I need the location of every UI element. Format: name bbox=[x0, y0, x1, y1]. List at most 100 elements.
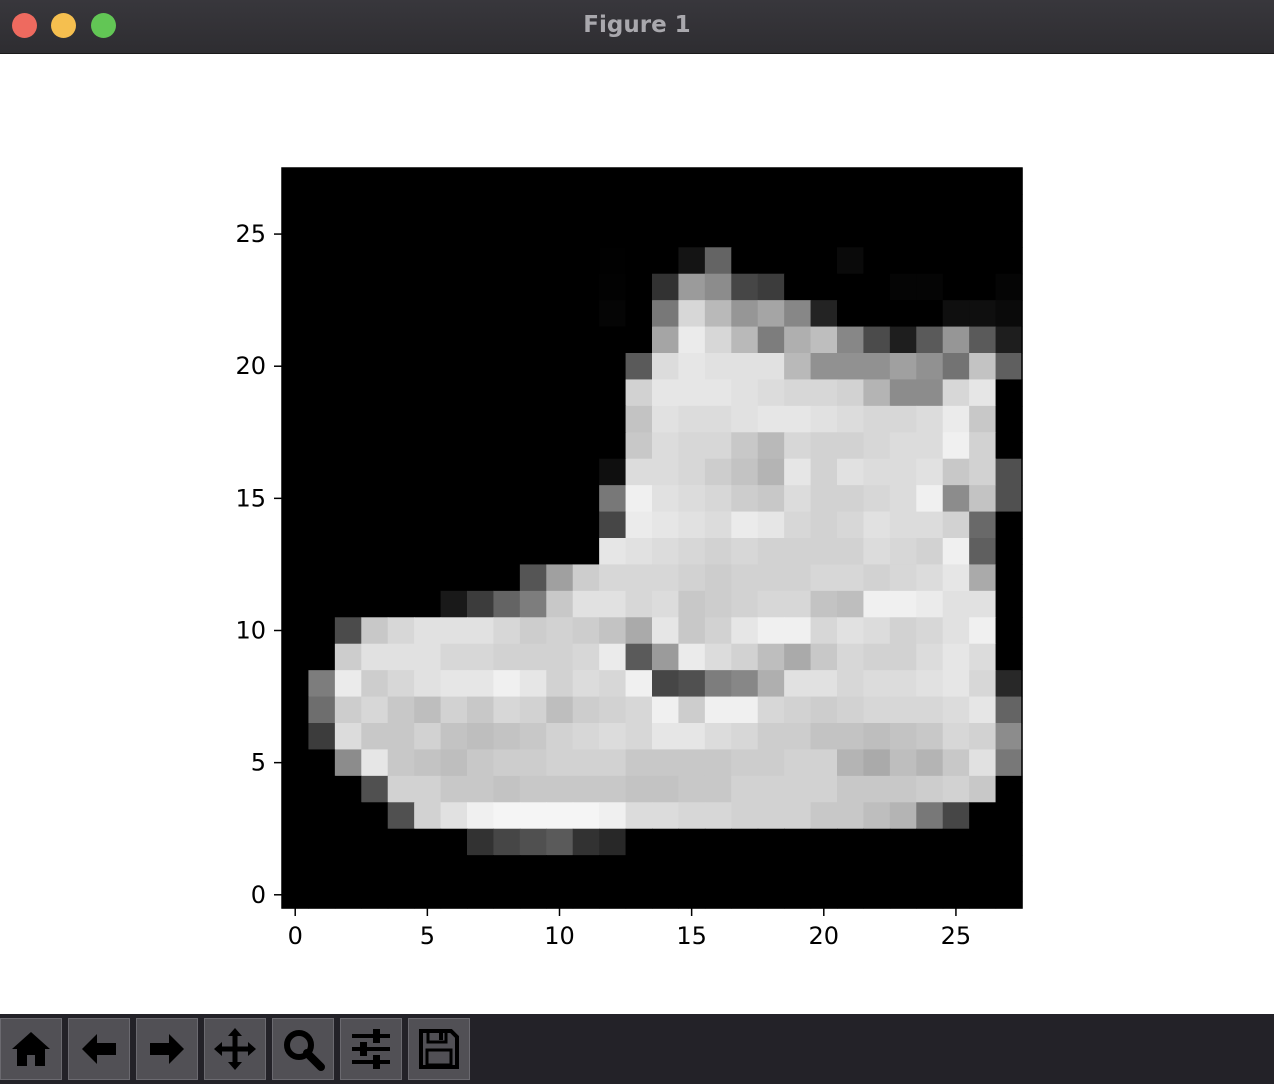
heatmap-cell bbox=[414, 696, 442, 724]
heatmap-cell bbox=[361, 300, 389, 328]
heatmap-plot[interactable]: 0 5 10 15 20 25 0 5 10 15 20 25 bbox=[0, 54, 1274, 1014]
heatmap-cell bbox=[969, 432, 997, 460]
heatmap-cell bbox=[942, 749, 970, 777]
heatmap-cell bbox=[467, 538, 495, 566]
heatmap-cell bbox=[757, 168, 785, 196]
configure-subplots-button[interactable] bbox=[340, 1018, 402, 1080]
heatmap-cell bbox=[810, 538, 838, 566]
heatmap-cell bbox=[916, 511, 944, 539]
heatmap-cell bbox=[625, 828, 653, 856]
heatmap-cell bbox=[519, 881, 547, 909]
heatmap-cell bbox=[440, 220, 468, 248]
zoom-button[interactable] bbox=[272, 1018, 334, 1080]
heatmap-cell bbox=[889, 353, 917, 381]
heatmap-cell bbox=[519, 696, 547, 724]
heatmap-cell bbox=[334, 696, 362, 724]
heatmap-cell bbox=[757, 485, 785, 513]
heatmap-cell bbox=[282, 194, 310, 222]
heatmap-cell bbox=[625, 855, 653, 883]
heatmap-cell bbox=[467, 775, 495, 803]
heatmap-cell bbox=[625, 194, 653, 222]
heatmap-cell bbox=[810, 775, 838, 803]
heatmap-cell bbox=[387, 564, 415, 592]
sliders-icon bbox=[352, 1029, 390, 1069]
heatmap-cell bbox=[572, 458, 600, 486]
heatmap-cell bbox=[387, 696, 415, 724]
heatmap-cell bbox=[493, 432, 521, 460]
heatmap-cell bbox=[334, 617, 362, 645]
heatmap-cell bbox=[599, 353, 627, 381]
heatmap-cell bbox=[308, 802, 336, 830]
heatmap-cell bbox=[625, 881, 653, 909]
heatmap-cell bbox=[282, 247, 310, 275]
heatmap-cell bbox=[916, 617, 944, 645]
heatmap-cell bbox=[308, 775, 336, 803]
heatmap-cell bbox=[784, 881, 812, 909]
heatmap-cell bbox=[678, 273, 706, 301]
heatmap-cell bbox=[916, 855, 944, 883]
heatmap-cell bbox=[942, 300, 970, 328]
heatmap-cell bbox=[731, 511, 759, 539]
heatmap-cell bbox=[757, 194, 785, 222]
heatmap-cell bbox=[493, 353, 521, 381]
heatmap-cell bbox=[652, 802, 680, 830]
heatmap-cell bbox=[625, 538, 653, 566]
heatmap-cell bbox=[308, 749, 336, 777]
heatmap-cell bbox=[308, 379, 336, 407]
heatmap-cell bbox=[414, 564, 442, 592]
heatmap-cell bbox=[969, 855, 997, 883]
heatmap-cell bbox=[889, 881, 917, 909]
heatmap-cell bbox=[837, 643, 865, 671]
heatmap-cell bbox=[361, 723, 389, 751]
home-button[interactable] bbox=[0, 1018, 62, 1080]
heatmap-cell bbox=[837, 247, 865, 275]
heatmap-cell bbox=[493, 828, 521, 856]
heatmap-cell bbox=[757, 828, 785, 856]
heatmap-cell bbox=[387, 590, 415, 618]
figure-canvas[interactable]: 0 5 10 15 20 25 0 5 10 15 20 25 bbox=[0, 54, 1274, 1014]
heatmap-cell bbox=[387, 828, 415, 856]
heatmap-cell bbox=[387, 220, 415, 248]
pan-button[interactable] bbox=[204, 1018, 266, 1080]
heatmap-cell bbox=[863, 458, 891, 486]
heatmap-cell bbox=[387, 723, 415, 751]
heatmap-cell bbox=[757, 379, 785, 407]
heatmap-cell bbox=[599, 194, 627, 222]
heatmap-cell bbox=[625, 379, 653, 407]
heatmap-cell bbox=[942, 775, 970, 803]
heatmap-cell bbox=[387, 775, 415, 803]
heatmap-cell bbox=[995, 273, 1023, 301]
heatmap-cell bbox=[599, 617, 627, 645]
heatmap-cell bbox=[282, 696, 310, 724]
heatmap-cell bbox=[519, 458, 547, 486]
heatmap-cell bbox=[863, 194, 891, 222]
heatmap-cell bbox=[519, 723, 547, 751]
heatmap-cell bbox=[414, 485, 442, 513]
heatmap-cell bbox=[361, 379, 389, 407]
heatmap-cell bbox=[652, 643, 680, 671]
heatmap-cell bbox=[704, 326, 732, 354]
heatmap-cell bbox=[810, 300, 838, 328]
home-icon bbox=[12, 1032, 50, 1066]
heatmap-cell bbox=[731, 855, 759, 883]
heatmap-cell bbox=[572, 300, 600, 328]
heatmap-cell bbox=[837, 723, 865, 751]
heatmap-cell bbox=[308, 405, 336, 433]
heatmap-cell bbox=[387, 273, 415, 301]
heatmap-cell bbox=[942, 353, 970, 381]
forward-button[interactable] bbox=[136, 1018, 198, 1080]
save-button[interactable] bbox=[408, 1018, 470, 1080]
heatmap-cell bbox=[678, 405, 706, 433]
heatmap-cell bbox=[731, 247, 759, 275]
heatmap-cell bbox=[625, 670, 653, 698]
heatmap-cell bbox=[995, 247, 1023, 275]
heatmap-cell bbox=[308, 855, 336, 883]
heatmap-cell bbox=[519, 247, 547, 275]
heatmap-cell bbox=[467, 300, 495, 328]
heatmap-cell bbox=[467, 802, 495, 830]
heatmap-cell bbox=[731, 273, 759, 301]
heatmap-cell bbox=[889, 643, 917, 671]
heatmap-cell bbox=[995, 828, 1023, 856]
back-button[interactable] bbox=[68, 1018, 130, 1080]
heatmap-cell bbox=[731, 458, 759, 486]
